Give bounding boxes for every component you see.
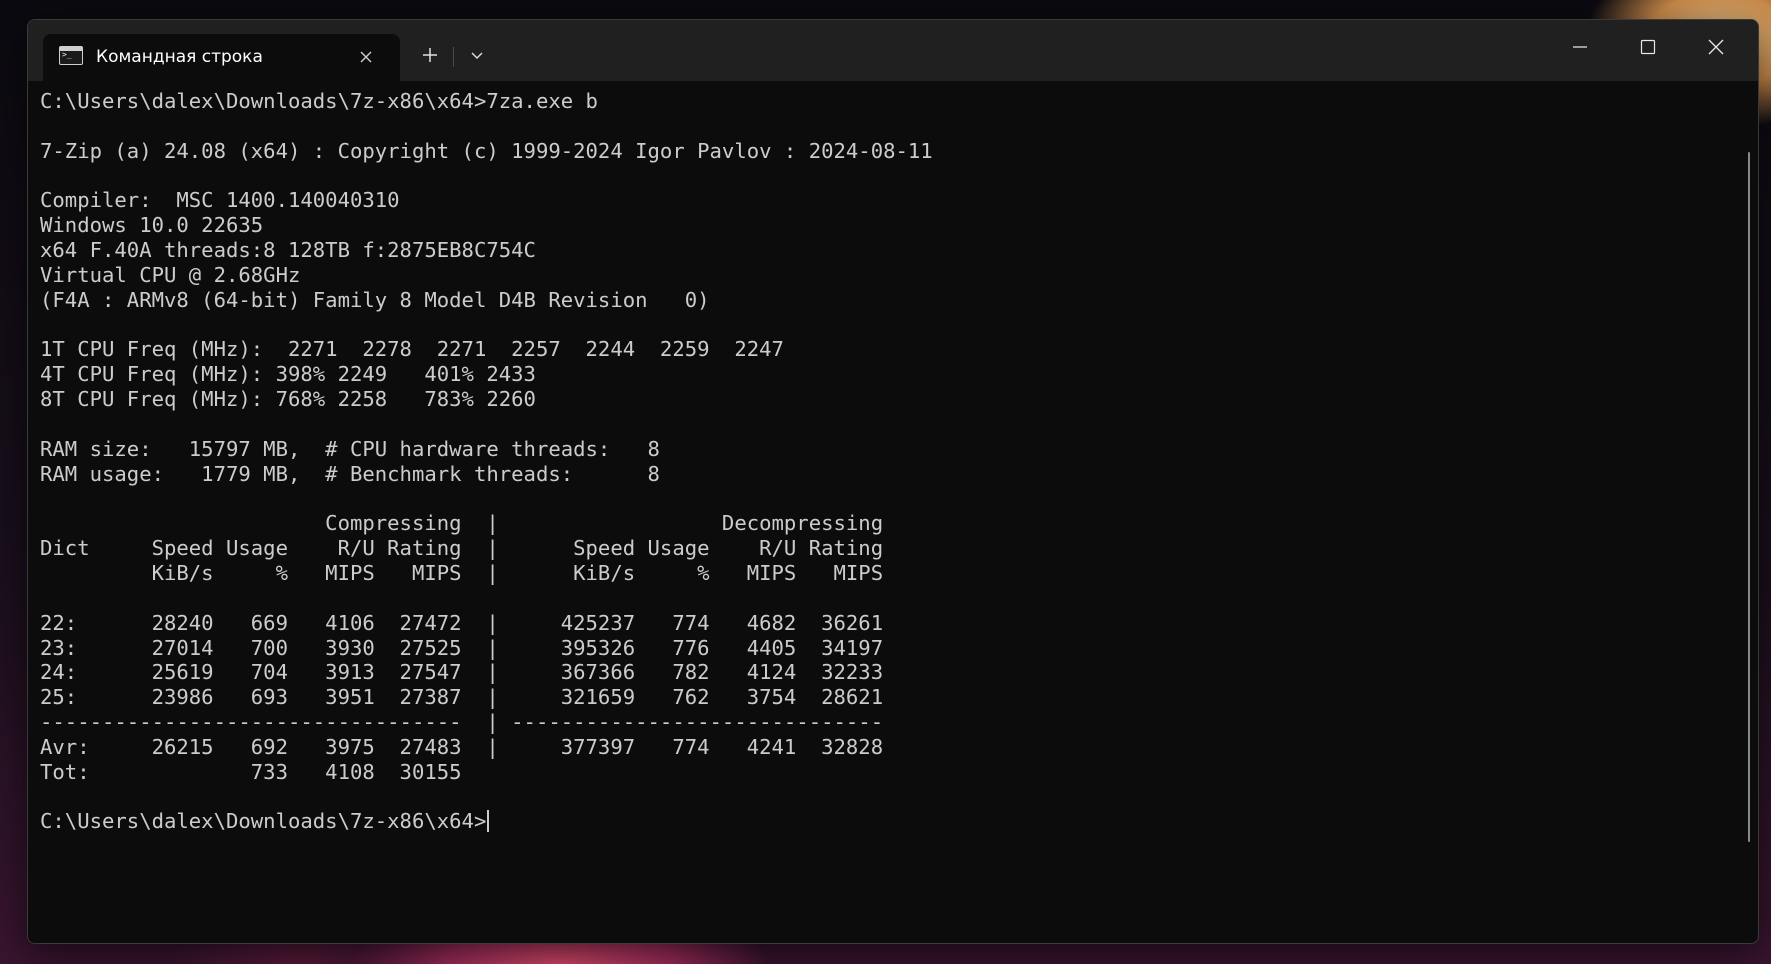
scrollbar-thumb[interactable] [1748, 152, 1750, 842]
terminal-line: 23: 27014 700 3930 27525 | 395326 776 44… [40, 635, 884, 660]
terminal-line: RAM size: 15797 MB, # CPU hardware threa… [40, 436, 660, 461]
tab-divider [453, 47, 454, 67]
terminal-line: Dict Speed Usage R/U Rating | Speed Usag… [40, 536, 884, 561]
chevron-down-icon [471, 52, 483, 59]
terminal-line: RAM usage: 1779 MB, # Benchmark threads:… [40, 461, 660, 486]
terminal-line: ---------------------------------- | ---… [40, 710, 884, 735]
maximize-button[interactable] [1614, 20, 1682, 72]
terminal-line: Compiler: MSC 1400.140040310 [40, 188, 400, 213]
terminal-line: Windows 10.0 22635 [40, 213, 264, 238]
terminal-line: 8T CPU Freq (MHz): 768% 2258 783% 2260 [40, 387, 536, 412]
terminal-window: Командная строка [27, 19, 1759, 944]
tab-dropdown-button[interactable] [460, 38, 494, 72]
terminal-line: KiB/s % MIPS MIPS | KiB/s % MIPS MIPS [40, 561, 884, 586]
plus-icon [423, 48, 437, 62]
close-tab-button[interactable] [355, 46, 377, 68]
title-bar: Командная строка [28, 20, 1758, 81]
minimize-button[interactable] [1546, 20, 1614, 72]
terminal-line: (F4A : ARMv8 (64-bit) Family 8 Model D4B… [40, 287, 710, 312]
command-prompt-line[interactable]: C:\Users\dalex\Downloads\7z-x86\x64> [40, 809, 1740, 834]
close-icon [360, 51, 372, 63]
maximize-icon [1640, 39, 1656, 55]
terminal-line: 22: 28240 669 4106 27472 | 425237 774 46… [40, 610, 884, 635]
terminal-line: Virtual CPU @ 2.68GHz [40, 262, 301, 287]
terminal-line: Tot: 733 4108 30155 [40, 759, 462, 784]
minimize-icon [1573, 46, 1587, 48]
close-icon [1708, 39, 1724, 55]
terminal-line: Compressing | Decompressing [40, 511, 884, 536]
close-window-button[interactable] [1682, 20, 1750, 72]
text-cursor [487, 810, 490, 833]
terminal-line: 4T CPU Freq (MHz): 398% 2249 401% 2433 [40, 362, 536, 387]
terminal-icon [59, 46, 83, 65]
terminal-line: x64 F.40A threads:8 128TB f:2875EB8C754C [40, 238, 536, 263]
tab-command-prompt[interactable]: Командная строка [43, 34, 400, 81]
terminal-line: 25: 23986 693 3951 27387 | 321659 762 37… [40, 685, 884, 710]
new-tab-button[interactable] [413, 38, 447, 72]
terminal-line: C:\Users\dalex\Downloads\7z-x86\x64>7za.… [40, 89, 598, 113]
terminal-line: 7-Zip (a) 24.08 (x64) : Copyright (c) 19… [40, 138, 933, 163]
terminal-output[interactable]: C:\Users\dalex\Downloads\7z-x86\x64>7za.… [28, 81, 1740, 943]
prompt-text: C:\Users\dalex\Downloads\7z-x86\x64> [40, 809, 487, 834]
tab-title: Командная строка [96, 47, 263, 67]
vertical-scrollbar[interactable] [1746, 90, 1752, 940]
terminal-line: 24: 25619 704 3913 27547 | 367366 782 41… [40, 660, 884, 685]
terminal-line: 1T CPU Freq (MHz): 2271 2278 2271 2257 2… [40, 337, 784, 362]
terminal-line: Avr: 26215 692 3975 27483 | 377397 774 4… [40, 734, 884, 759]
